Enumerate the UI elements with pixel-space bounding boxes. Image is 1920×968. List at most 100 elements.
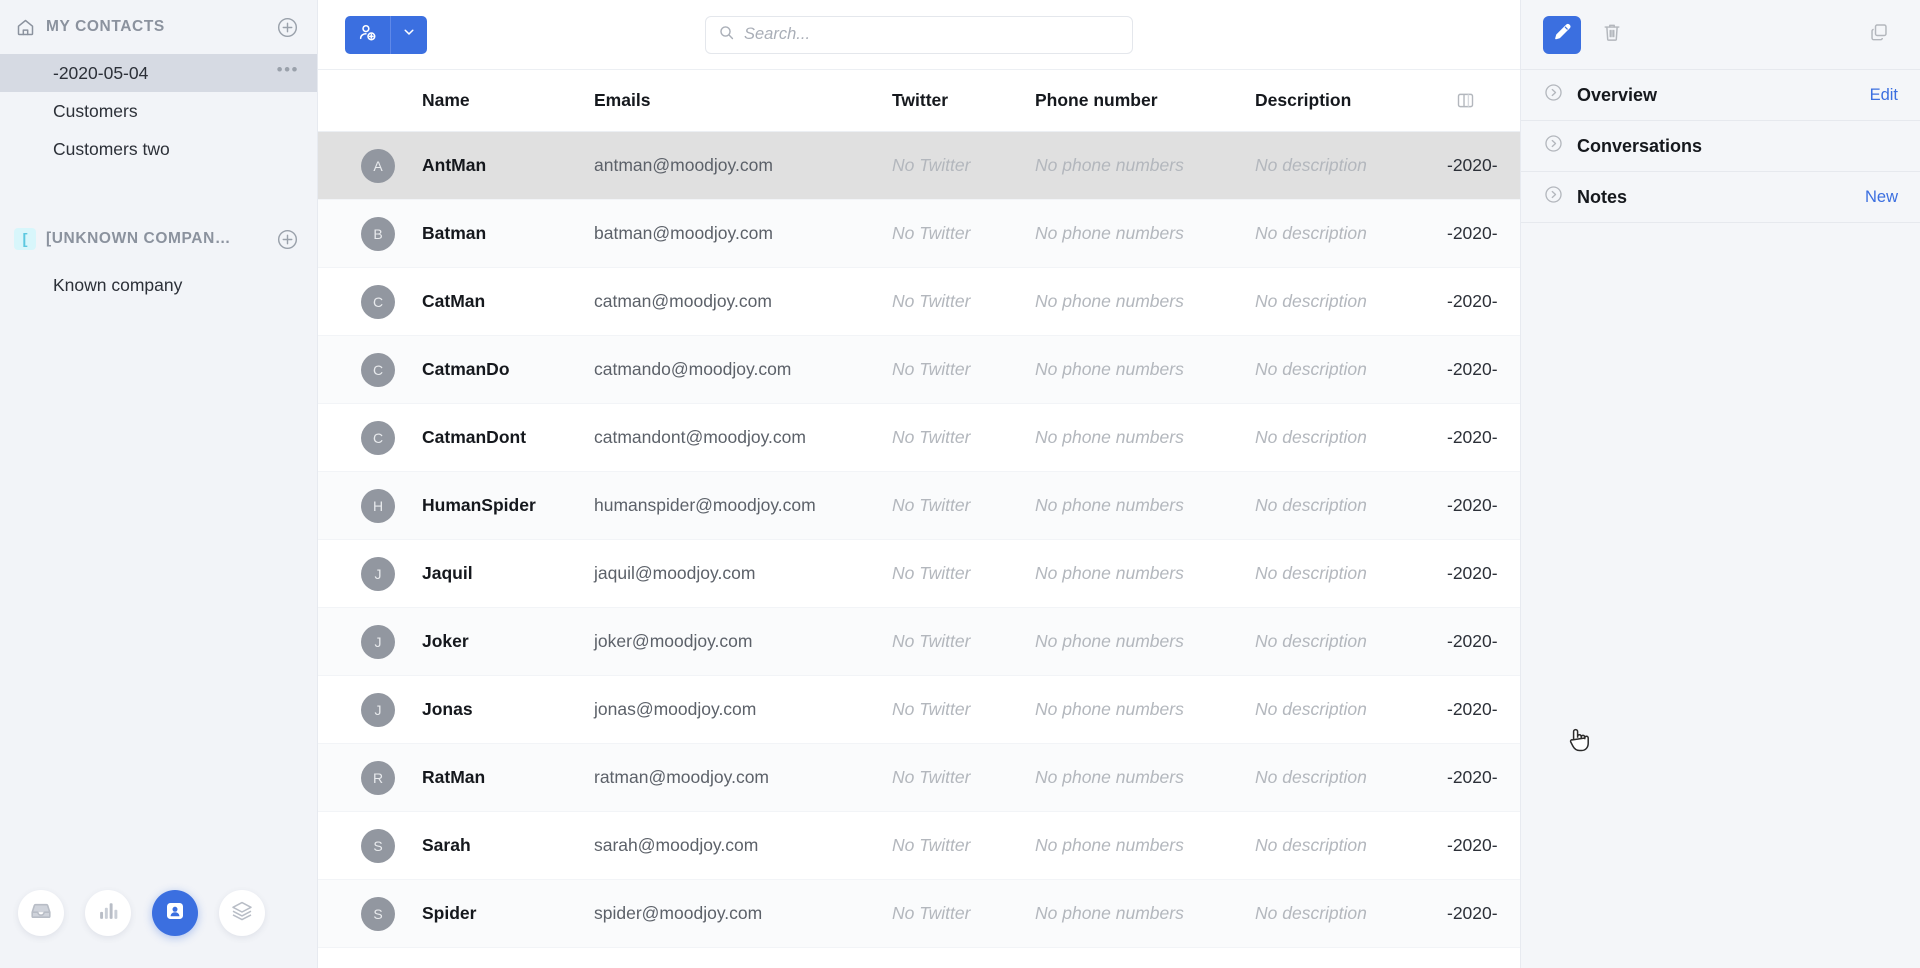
contacts-table: Name Emails Twitter Phone number Descrip… [318,70,1520,968]
right-panel-section-overview[interactable]: Overview Edit [1521,70,1920,121]
cell-email: ratman@moodjoy.com [594,767,769,787]
avatar-cell: J [318,624,422,659]
cell-phone: No phone numbers [1035,495,1184,515]
table-row[interactable]: J Joker joker@moodjoy.com No Twitter No phon… [318,608,1520,676]
table-header-row: Name Emails Twitter Phone number Descrip… [318,70,1520,132]
sidebar-item-2020-05-04[interactable]: -2020-05-04 ••• [0,54,317,92]
cell-email: catmando@moodjoy.com [594,359,792,379]
nav-inbox-button[interactable] [18,890,64,936]
column-header-phone[interactable]: Phone number [1035,90,1255,111]
table-row[interactable]: S Spider spider@moodjoy.com No Twitter No ph… [318,880,1520,948]
avatar: S [361,896,395,931]
avatar-cell: S [318,828,422,863]
nav-reports-button[interactable] [85,890,131,936]
duplicate-contact-button[interactable] [1860,16,1898,54]
avatar: H [361,488,395,523]
edit-contact-button[interactable] [1543,15,1581,54]
column-layout-icon[interactable] [1455,90,1476,111]
cell-twitter: No Twitter [892,699,971,719]
right-panel-toolbar [1521,0,1920,70]
cell-twitter: No Twitter [892,155,971,175]
table-row[interactable]: J Jaquil jaquil@moodjoy.com No Twitter No ph… [318,540,1520,608]
cell-description: No description [1255,223,1367,243]
table-row[interactable]: C CatMan catman@moodjoy.com No Twitter No ph… [318,268,1520,336]
section-label: Overview [1577,84,1658,105]
table-row[interactable]: C CatmanDo catmando@moodjoy.com No Twitter N… [318,336,1520,404]
cell-phone: No phone numbers [1035,427,1184,447]
cell-email: sarah@moodjoy.com [594,835,759,855]
cell-phone: No phone numbers [1035,359,1184,379]
column-header-name[interactable]: Name [422,90,594,111]
table-row[interactable]: J Jonas jonas@moodjoy.com No Twitter No phon… [318,676,1520,744]
table-row[interactable]: C CatmanDont catmandont@moodjoy.com No Twit… [318,404,1520,472]
cell-email: antman@moodjoy.com [594,155,773,175]
overview-edit-button[interactable]: Edit [1870,86,1898,105]
avatar: A [361,148,395,183]
cell-description: No description [1255,155,1367,175]
notes-new-button[interactable]: New [1865,188,1898,207]
cell-email: catmandont@moodjoy.com [594,427,806,447]
avatar: J [361,624,395,659]
right-panel-section-notes[interactable]: Notes New [1521,172,1920,223]
left-sidebar: MY CONTACTS -2020-05-04 ••• Customers Cu… [0,0,318,968]
cell-email: humanspider@moodjoy.com [594,495,816,515]
table-row[interactable]: H HumanSpider humanspider@moodjoy.com No Tw… [318,472,1520,540]
table-row[interactable]: S Sarah sarah@moodjoy.com No Twitter No phon… [318,812,1520,880]
reports-bar-chart-icon [97,900,119,927]
add-contact-dropdown-button[interactable] [391,16,427,54]
avatar-cell: J [318,692,422,727]
add-contact-list-button[interactable] [275,15,299,39]
column-header-twitter[interactable]: Twitter [892,90,1035,111]
right-panel-section-conversations[interactable]: Conversations [1521,121,1920,172]
avatar-cell: C [318,420,422,455]
top-toolbar [318,0,1520,70]
duplicate-copy-icon [1868,21,1890,48]
bottom-nav [0,858,318,968]
cell-date: -2020- [1447,359,1498,379]
sidebar-item-known-company[interactable]: Known company [0,266,317,304]
cell-date: -2020- [1447,699,1498,719]
chevron-right-circle-icon [1543,184,1564,210]
column-header-description[interactable]: Description [1255,90,1447,111]
cell-date: -2020- [1447,631,1498,651]
avatar: S [361,828,395,863]
cell-phone: No phone numbers [1035,903,1184,923]
cell-phone: No phone numbers [1035,155,1184,175]
cell-description: No description [1255,495,1367,515]
cell-description: No description [1255,291,1367,311]
cell-name: CatMan [422,291,486,311]
cell-description: No description [1255,631,1367,651]
table-row[interactable]: B Batman batman@moodjoy.com No Twitter No ph… [318,200,1520,268]
cell-twitter: No Twitter [892,223,971,243]
add-contact-button[interactable] [345,15,391,54]
sidebar-item-more-icon[interactable]: ••• [277,61,299,81]
chevron-right-circle-icon [1543,82,1564,108]
delete-contact-button[interactable] [1593,16,1631,54]
delete-trash-icon [1601,21,1623,48]
add-company-list-button[interactable] [275,227,299,251]
sidebar-item-customers-two[interactable]: Customers two [0,130,317,168]
avatar-cell: B [318,216,422,251]
sidebar-item-customers[interactable]: Customers [0,92,317,130]
search-icon [718,24,735,46]
sidebar-item-label: -2020-05-04 [53,62,149,83]
column-header-emails[interactable]: Emails [594,90,892,111]
cell-date: -2020- [1447,223,1498,243]
search-box[interactable] [705,15,1133,54]
sidebar-group-label: [UNKNOWN COMPAN… [46,230,231,247]
nav-layers-button[interactable] [219,890,265,936]
edit-pencil-icon [1552,22,1572,47]
table-row[interactable]: R RatMan ratman@moodjoy.com No Twitter No ph… [318,744,1520,812]
table-row[interactable]: A AntMan antman@moodjoy.com No Twitter No ph… [318,132,1520,200]
cell-phone: No phone numbers [1035,699,1184,719]
cell-twitter: No Twitter [892,495,971,515]
cell-twitter: No Twitter [892,767,971,787]
nav-contacts-button[interactable] [152,890,198,936]
add-contact-button-group[interactable] [345,15,427,54]
cell-twitter: No Twitter [892,903,971,923]
search-input[interactable] [744,25,1120,44]
sidebar-group-unknown-company: [ [UNKNOWN COMPAN… [0,212,317,266]
chevron-down-icon [402,25,416,44]
section-label: Conversations [1577,135,1703,156]
bracket-icon: [ [14,228,36,250]
